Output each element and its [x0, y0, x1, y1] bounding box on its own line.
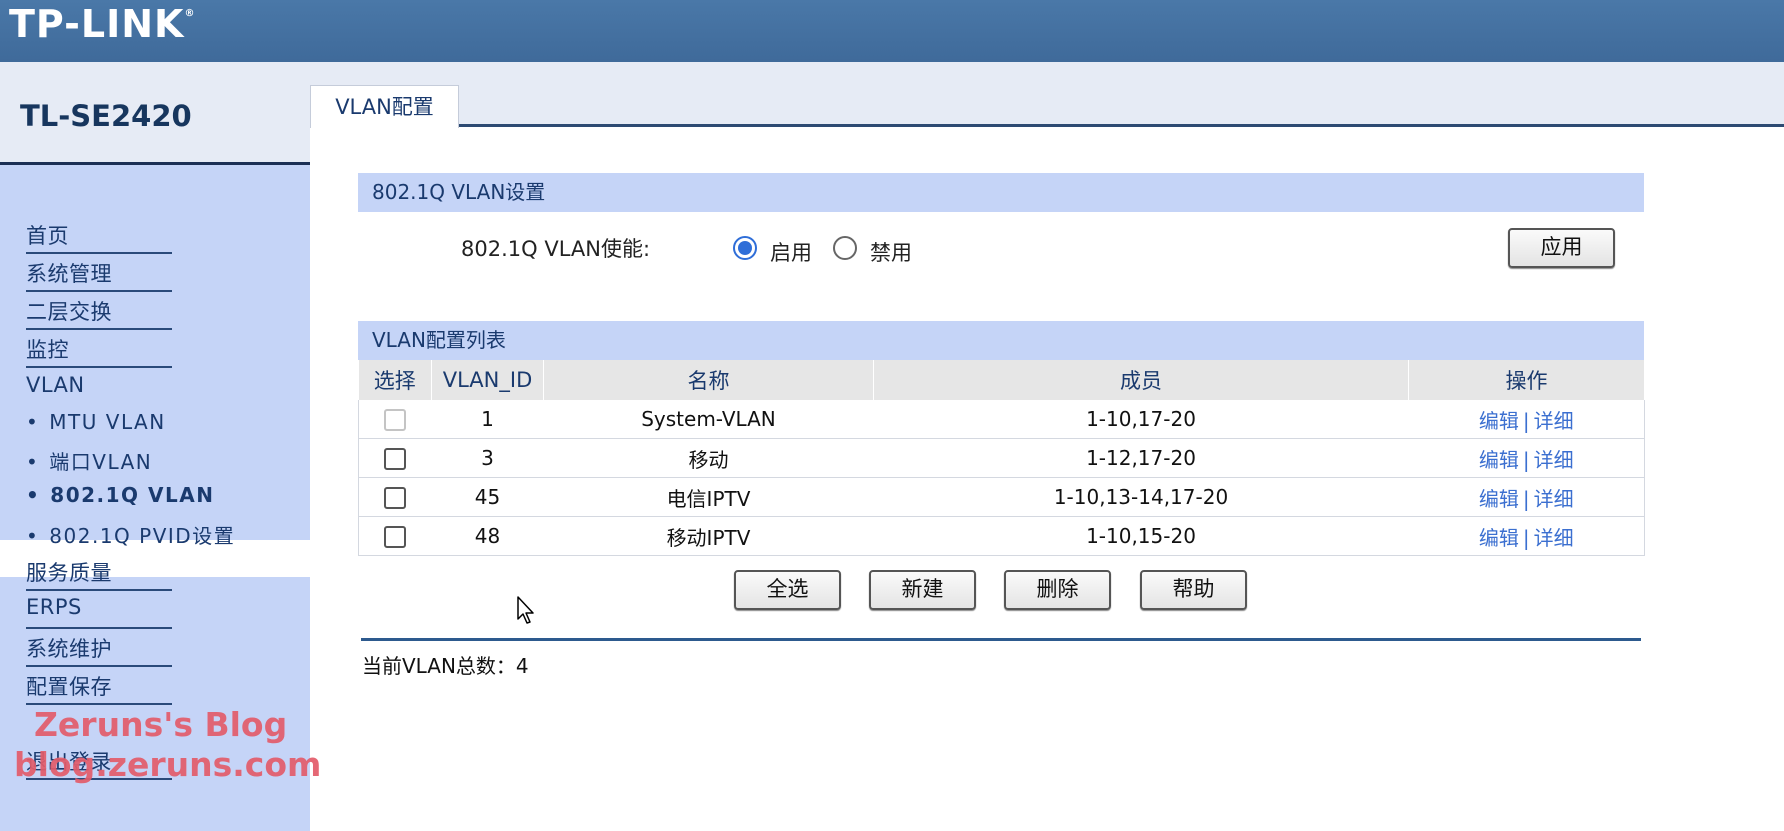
bullet-icon: •: [26, 410, 40, 434]
row-checkbox: [384, 409, 407, 432]
vlan-enable-label: 802.1Q VLAN使能:: [461, 237, 651, 261]
edit-link[interactable]: 编辑: [1479, 409, 1519, 433]
nav-item-system-maintenance[interactable]: 系统维护: [26, 633, 112, 663]
bullet-icon: •: [26, 524, 40, 548]
nav-divider: [26, 366, 172, 368]
operations-cell: 编辑 | 详细: [1408, 477, 1645, 517]
row-checkbox[interactable]: [384, 487, 407, 510]
op-separator: |: [1522, 486, 1530, 511]
new-button[interactable]: 新建: [869, 570, 976, 610]
tp-link-logo: TP-LINK®: [9, 2, 195, 46]
nav-subitem-label: 端口VLAN: [49, 450, 153, 474]
select-all-button[interactable]: 全选: [734, 570, 841, 610]
operations-cell: 编辑 | 详细: [1408, 438, 1645, 478]
nav-subitem-8021q-vlan[interactable]: • 802.1Q VLAN: [26, 483, 214, 507]
nav-subitem-label: MTU VLAN: [49, 410, 166, 434]
section-divider: [361, 638, 1641, 641]
table-header-row: 选择 VLAN_ID 名称 成员 操作: [358, 360, 1645, 400]
nav-subitem-8021q-pvid[interactable]: • 802.1Q PVID设置: [26, 520, 235, 549]
edit-link[interactable]: 编辑: [1479, 487, 1519, 511]
vlan-id-cell: 1: [431, 400, 544, 439]
detail-link[interactable]: 详细: [1534, 409, 1574, 433]
op-separator: |: [1522, 447, 1530, 472]
vlan-name-cell: 电信IPTV: [543, 477, 874, 517]
row-checkbox[interactable]: [384, 448, 407, 471]
table-row: 45 电信IPTV 1-10,13-14,17-20 编辑 | 详细: [358, 477, 1645, 517]
vlan-name-cell: System-VLAN: [543, 400, 874, 439]
help-button[interactable]: 帮助: [1140, 570, 1247, 610]
detail-link[interactable]: 详细: [1534, 448, 1574, 472]
bullet-icon: •: [26, 483, 41, 507]
operations-cell: 编辑 | 详细: [1408, 400, 1645, 439]
col-header-operations: 操作: [1408, 360, 1645, 400]
nav-divider: [26, 290, 172, 292]
logo-text: TP-LINK: [9, 2, 185, 46]
mouse-cursor-icon: [517, 596, 534, 624]
nav-divider: [26, 252, 172, 254]
nav-item-system-management[interactable]: 系统管理: [26, 258, 112, 288]
apply-button[interactable]: 应用: [1508, 228, 1615, 268]
vlan-name-cell: 移动: [543, 438, 874, 478]
col-header-vlan-id: VLAN_ID: [431, 360, 544, 400]
tab-vlan-config[interactable]: VLAN配置: [310, 85, 459, 128]
nav-subitem-mtu-vlan[interactable]: • MTU VLAN: [26, 410, 166, 434]
nav-item-home[interactable]: 首页: [26, 220, 69, 250]
nav-item-qos[interactable]: 服务质量: [26, 557, 112, 587]
nav-divider: [26, 627, 172, 629]
vlan-members-cell: 1-10,17-20: [873, 400, 1409, 439]
vlan-members-cell: 1-10,13-14,17-20: [873, 477, 1409, 517]
nav-item-erps[interactable]: ERPS: [26, 595, 82, 619]
disable-radio[interactable]: [833, 236, 857, 260]
vlan-members-cell: 1-10,15-20: [873, 516, 1409, 556]
op-separator: |: [1522, 525, 1530, 550]
col-header-select: 选择: [358, 360, 432, 400]
vlan-id-cell: 45: [431, 477, 544, 517]
enable-radio[interactable]: [733, 236, 757, 260]
vlan-id-cell: 48: [431, 516, 544, 556]
nav-subitem-port-vlan[interactable]: • 端口VLAN: [26, 446, 152, 475]
vlan-members-cell: 1-12,17-20: [873, 438, 1409, 478]
row-checkbox[interactable]: [384, 526, 407, 549]
detail-link[interactable]: 详细: [1534, 487, 1574, 511]
watermark-line2: blog.zeruns.com: [14, 745, 322, 784]
top-header-bar: TP-LINK®: [0, 0, 1784, 62]
nav-subitem-label: 802.1Q PVID设置: [49, 524, 236, 548]
nav-divider: [26, 665, 172, 667]
op-separator: |: [1522, 408, 1530, 433]
registered-mark: ®: [184, 8, 196, 19]
device-model-name: TL-SE2420: [20, 99, 192, 133]
col-header-members: 成员: [873, 360, 1409, 400]
model-box: TL-SE2420: [0, 62, 310, 165]
col-header-name: 名称: [543, 360, 874, 400]
enable-radio-label: 启用: [770, 241, 812, 265]
edit-link[interactable]: 编辑: [1479, 526, 1519, 550]
nav-item-monitoring[interactable]: 监控: [26, 334, 69, 364]
detail-link[interactable]: 详细: [1534, 526, 1574, 550]
watermark-line1: Zeruns's Blog: [34, 705, 288, 744]
operations-cell: 编辑 | 详细: [1408, 516, 1645, 556]
nav-item-save-config[interactable]: 配置保存: [26, 671, 112, 701]
delete-button[interactable]: 删除: [1004, 570, 1111, 610]
vlan-total-count: 当前VLAN总数：4: [362, 654, 529, 678]
disable-radio-label: 禁用: [870, 241, 912, 265]
nav-divider: [26, 589, 172, 591]
section-title-vlan-list: VLAN配置列表: [358, 321, 1644, 360]
table-row: 48 移动IPTV 1-10,15-20 编辑 | 详细: [358, 516, 1645, 556]
vlan-id-cell: 3: [431, 438, 544, 478]
nav-item-layer2-switching[interactable]: 二层交换: [26, 296, 112, 326]
nav-subitem-label: 802.1Q VLAN: [50, 483, 215, 507]
vlan-table: 选择 VLAN_ID 名称 成员 操作 1 System-VLAN 1-10,1…: [358, 360, 1645, 556]
table-row: 1 System-VLAN 1-10,17-20 编辑 | 详细: [358, 400, 1645, 439]
edit-link[interactable]: 编辑: [1479, 448, 1519, 472]
vlan-name-cell: 移动IPTV: [543, 516, 874, 556]
table-row: 3 移动 1-12,17-20 编辑 | 详细: [358, 438, 1645, 478]
bullet-icon: •: [26, 450, 40, 474]
nav-item-vlan[interactable]: VLAN: [26, 373, 85, 397]
section-title-8021q-settings: 802.1Q VLAN设置: [358, 173, 1644, 212]
tab-strip: VLAN配置: [310, 62, 1784, 128]
nav-divider: [26, 328, 172, 330]
